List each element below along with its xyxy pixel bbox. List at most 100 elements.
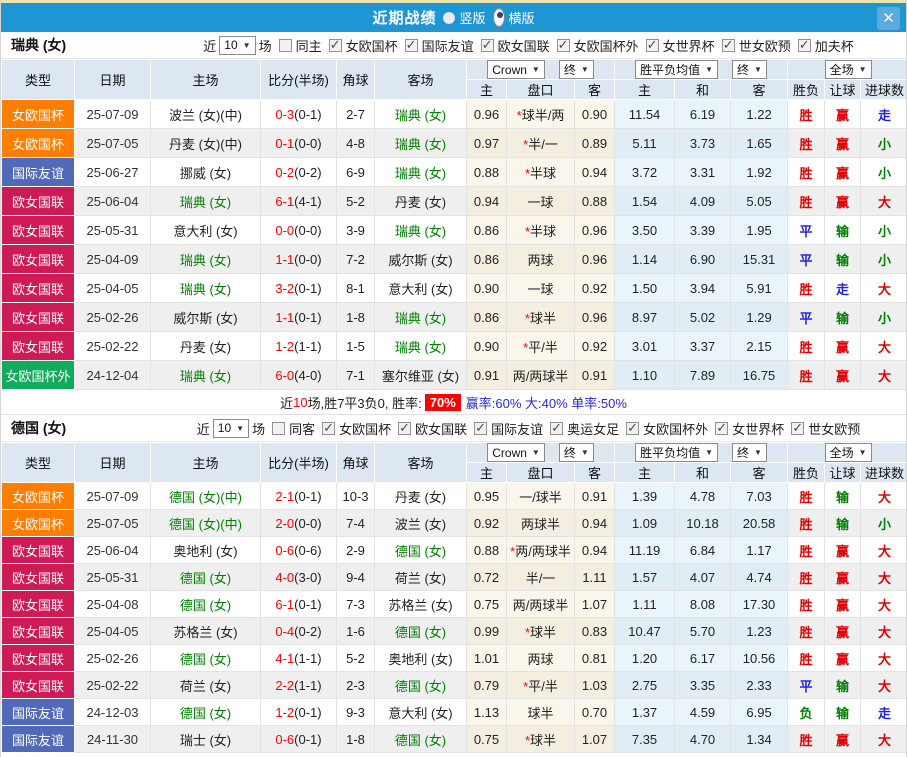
result-cell: 平 xyxy=(787,215,826,245)
table-row: 欧女国联 25-05-31 德国 (女) 4-0(3-0) 9-4 荷兰 (女) 0.72 半… xyxy=(1,563,906,591)
date-cell: 25-02-22 xyxy=(74,671,151,699)
sub-column-header: 盘口 xyxy=(506,462,575,483)
chevron-down-icon: ▼ xyxy=(858,65,867,74)
corner-cell: 6-9 xyxy=(336,157,375,187)
odds-period-select[interactable]: 终 ▼ xyxy=(558,443,594,462)
competition-checkbox[interactable] xyxy=(626,420,640,436)
same-venue-checkbox[interactable] xyxy=(278,38,292,52)
away-team-cell: 苏格兰 (女) xyxy=(374,590,467,618)
goals-result-cell: 大 xyxy=(860,725,906,753)
corner-cell: 5-2 xyxy=(336,186,375,216)
recent-count-select[interactable]: 10 ▼ xyxy=(219,35,256,55)
competition-checkbox[interactable] xyxy=(797,37,811,53)
home-team-cell: 德国 (女) xyxy=(150,698,261,726)
competition-checkbox[interactable] xyxy=(480,37,494,53)
avg-draw-cell: 6.19 xyxy=(674,99,732,129)
corner-cell: 9-4 xyxy=(336,563,375,591)
competition-checkbox[interactable] xyxy=(398,420,412,436)
competition-checkbox[interactable] xyxy=(721,37,735,53)
handicap-cell: 球半 xyxy=(506,698,575,726)
competition-checkbox[interactable] xyxy=(322,420,336,436)
avg-draw-cell: 3.31 xyxy=(674,157,732,187)
same-venue-checkbox[interactable] xyxy=(272,421,286,435)
recent-count-select[interactable]: 10 ▼ xyxy=(212,418,250,438)
final-score: 3-2 xyxy=(275,280,295,296)
sub-column-header: 胜负 xyxy=(787,79,826,100)
competition-checkbox[interactable] xyxy=(474,420,488,436)
home-team-cell: 意大利 (女) xyxy=(150,215,261,245)
avg-lose-cell: 1.23 xyxy=(730,617,789,645)
table-row: 欧女国联 25-04-09 瑞典 (女) 1-1(0-0) 7-2 威尔斯 (女) 0.86… xyxy=(1,244,906,274)
goals-result-cell: 走 xyxy=(860,99,906,129)
final-score: 2-2 xyxy=(275,677,295,693)
date-cell: 25-04-05 xyxy=(74,273,151,303)
layout-radio-horizontal[interactable]: 横版 xyxy=(492,8,535,27)
avg-metric-select[interactable]: 胜平负均值 ▼ xyxy=(635,60,719,79)
handicap-text: 平/半 xyxy=(528,339,558,355)
result-cell: 胜 xyxy=(787,563,826,591)
avg-period-select[interactable]: 终 ▼ xyxy=(732,60,767,79)
close-button[interactable]: ✕ xyxy=(877,7,900,30)
competition-checkbox[interactable] xyxy=(550,420,564,436)
corner-cell: 10-3 xyxy=(336,482,375,510)
matches-label: 场 xyxy=(252,421,266,437)
away-odds-cell: 0.83 xyxy=(573,617,616,645)
home-team-cell: 瑞典 (女) xyxy=(150,273,261,303)
competition-checkbox[interactable] xyxy=(556,37,570,53)
avg-draw-cell: 4.70 xyxy=(674,725,732,753)
home-odds-cell: 0.95 xyxy=(466,482,507,510)
scope-select[interactable]: 全场 ▼ xyxy=(824,443,872,462)
avg-lose-cell: 16.75 xyxy=(730,360,789,390)
odds-source-select-value: Crown xyxy=(492,445,527,460)
final-score: 1-2 xyxy=(275,704,295,720)
goals-result-cell: 走 xyxy=(860,698,906,726)
handicap-cell: *半/一 xyxy=(506,128,575,158)
same-venue-label: 同主 xyxy=(295,38,322,54)
away-odds-cell: 0.88 xyxy=(573,186,616,216)
competition-checkbox[interactable] xyxy=(328,37,342,53)
home-odds-cell: 0.79 xyxy=(466,671,507,699)
avg-draw-cell: 3.35 xyxy=(674,671,732,699)
odds-source-select[interactable]: Crown ▼ xyxy=(487,60,545,79)
results-table: 类型 日期 主场 比分(半场) 角球 客场 Crown ▼ 终 ▼ 胜平负均值 ▼ 终 ▼ 全场 ▼ 主盘口客主… xyxy=(1,59,906,390)
sub-column-header: 客 xyxy=(573,79,616,100)
avg-draw-cell: 8.08 xyxy=(674,590,732,618)
scope-group-header: 全场 ▼ xyxy=(787,59,906,80)
result-cell: 胜 xyxy=(787,590,826,618)
avg-lose-cell: 5.05 xyxy=(730,186,789,216)
radio-label-vertical: 竖版 xyxy=(459,11,486,26)
column-header: 日期 xyxy=(74,59,151,100)
competition-checkbox[interactable] xyxy=(645,37,659,53)
handicap-cell: 一球 xyxy=(506,273,575,303)
score-cell: 4-1(1-1) xyxy=(260,644,337,672)
radio-selected-icon[interactable] xyxy=(492,8,505,27)
competition-checkbox[interactable] xyxy=(404,37,418,53)
handicap-result-cell: 输 xyxy=(824,215,862,245)
sub-column-header: 客 xyxy=(573,462,616,483)
layout-radio-vertical[interactable]: 竖版 xyxy=(443,8,486,27)
recent-label: 近 xyxy=(203,38,217,54)
avg-period-select[interactable]: 终 ▼ xyxy=(732,443,767,462)
avg-win-cell: 2.75 xyxy=(614,671,676,699)
competition-checkbox[interactable] xyxy=(715,420,729,436)
score-cell: 0-4(0-2) xyxy=(260,617,337,645)
recent-count-select-value: 10 xyxy=(217,421,232,435)
scope-select-value: 全场 xyxy=(829,446,854,460)
odds-group-controls: Crown ▼ 终 ▼ xyxy=(468,443,614,462)
handicap-result-cell: 赢 xyxy=(824,157,862,187)
avg-metric-select[interactable]: 胜平负均值 ▼ xyxy=(635,443,719,462)
score-cell: 2-2(1-1) xyxy=(260,671,337,699)
scope-select[interactable]: 全场 ▼ xyxy=(824,60,872,79)
type-badge: 欧女国联 xyxy=(1,273,75,303)
handicap-cell: *平/半 xyxy=(506,331,575,361)
radio-unselected-icon[interactable] xyxy=(443,11,456,24)
chevron-down-icon: ▼ xyxy=(858,448,867,457)
avg-draw-cell: 3.73 xyxy=(674,128,732,158)
odds-period-select[interactable]: 终 ▼ xyxy=(558,60,594,79)
odds-source-select[interactable]: Crown ▼ xyxy=(487,443,545,462)
away-team-cell: 瑞典 (女) xyxy=(374,99,467,129)
competition-checkbox[interactable] xyxy=(791,420,805,436)
half-score: (1-1) xyxy=(294,338,322,354)
date-cell: 25-07-05 xyxy=(74,128,151,158)
type-badge: 女欧国杯 xyxy=(1,482,75,510)
